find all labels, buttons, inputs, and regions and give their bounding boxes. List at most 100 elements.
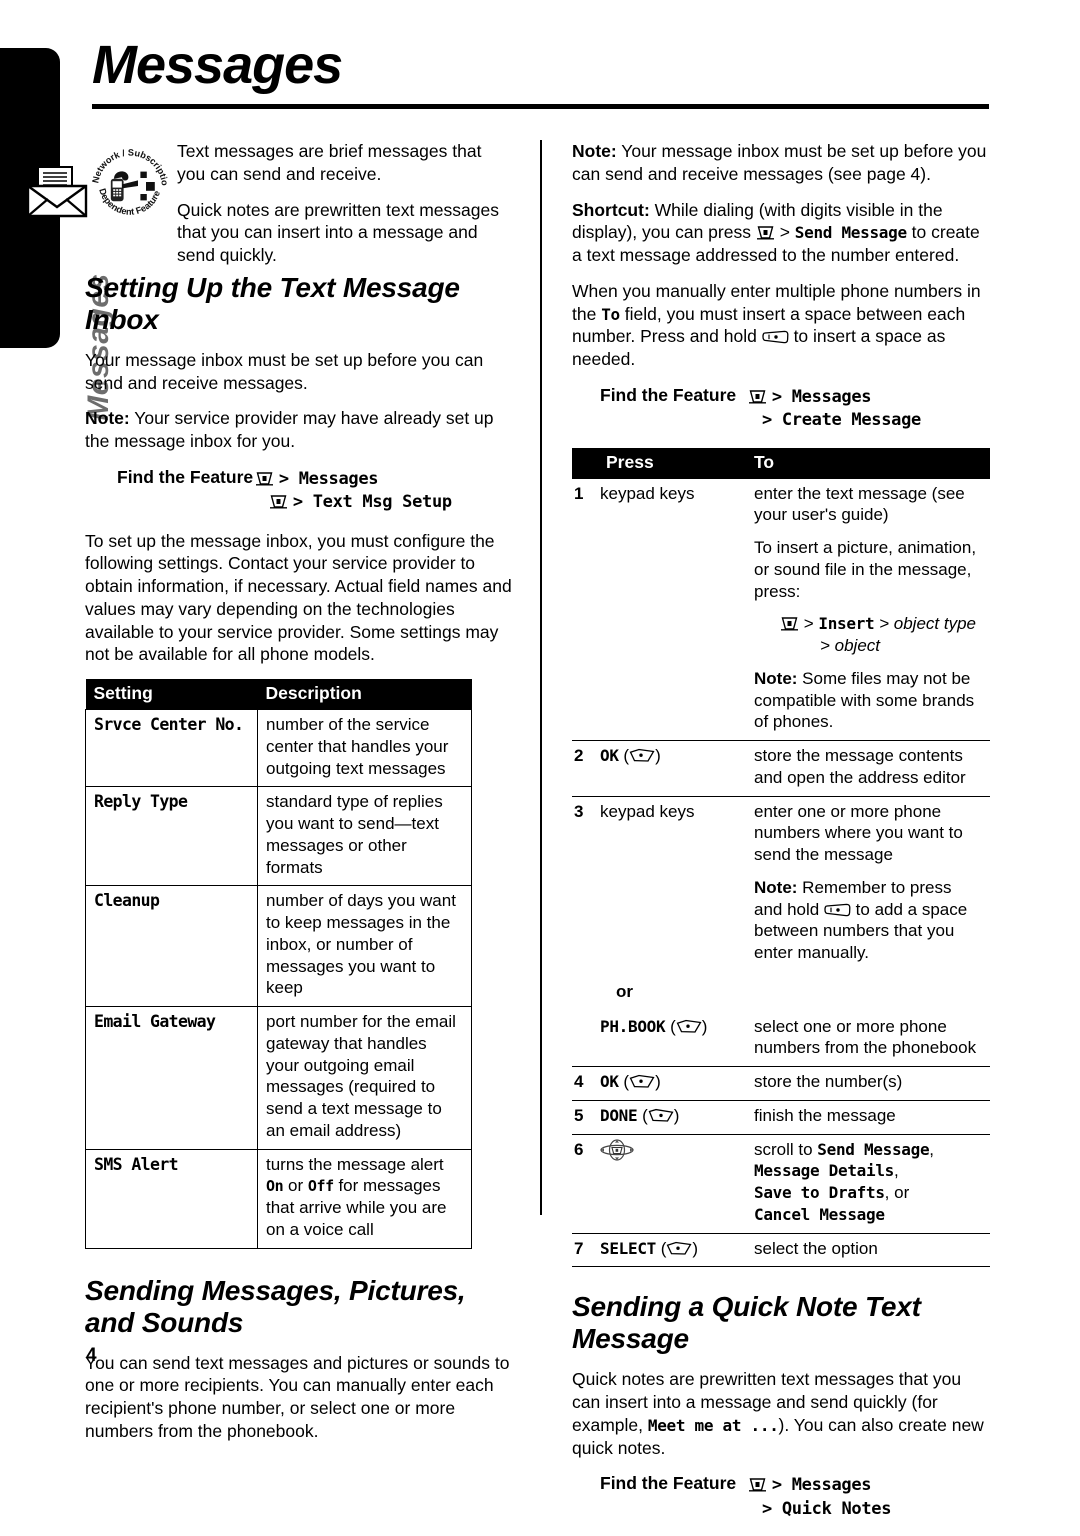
- find-the-feature-path-line2: > Text Msg Setup: [255, 490, 452, 513]
- find-the-feature-label: Find the Feature: [600, 384, 737, 405]
- setting-description: port number for the email gateway that h…: [257, 1006, 472, 1150]
- right-column: Note: Your message inbox must be set up …: [572, 140, 992, 1536]
- svg-text:Network / Subscription: Network / Subscription: [90, 142, 170, 187]
- menu-option-cancel-message: Cancel Message: [754, 1204, 885, 1224]
- shortcut-label: Shortcut:: [572, 199, 650, 220]
- shortcut-gt: >: [774, 222, 795, 243]
- setting-name: SMS Alert: [85, 1148, 258, 1249]
- one-key-icon: [824, 903, 851, 917]
- menu-path-create-message: > Create Message: [762, 410, 921, 431]
- value-on: On: [266, 1177, 284, 1196]
- setting-name: Email Gateway: [85, 1006, 258, 1150]
- step-number: [572, 971, 598, 1010]
- find-the-feature-path-line2: > Quick Notes: [748, 1497, 891, 1520]
- note-label: Note:: [572, 141, 617, 161]
- one-key-icon: [762, 331, 789, 344]
- page-number: 4: [86, 1345, 97, 1366]
- step-to-option-line: Save to Drafts, or: [754, 1182, 984, 1204]
- menu-key-icon: [270, 495, 287, 509]
- find-the-feature-quick-notes: Find the Feature > Messages > Quick Note…: [572, 1473, 992, 1520]
- setting-description: number of the service center that handle…: [257, 709, 472, 788]
- path-object: > object: [820, 636, 881, 656]
- desc-pre: turns the message alert: [266, 1154, 444, 1174]
- step-number: [572, 1010, 598, 1067]
- step-to-menu-path: > Insert > object type > object: [754, 613, 984, 657]
- intro-paragraph-1: Text messages are brief messages that yo…: [177, 141, 482, 184]
- setting-name: Reply Type: [85, 786, 258, 887]
- paragraph-inbox-setup: Your message inbox must be set up before…: [85, 349, 484, 393]
- table-row: 6 scroll to Send Message, Message Detail…: [572, 1133, 990, 1234]
- step-press: PH.BOOK (): [600, 1016, 708, 1036]
- menu-key-icon: [749, 1478, 766, 1492]
- step-to: store the message contents and open the …: [744, 740, 990, 797]
- step-to-text: enter the text message (see your user's …: [754, 483, 965, 525]
- menu-path-messages: > Messages: [771, 386, 872, 407]
- step-press: [598, 1133, 744, 1234]
- menu-key-icon: [756, 226, 774, 240]
- step-to-option-line: scroll to Send Message,: [754, 1139, 984, 1161]
- find-the-feature-path: > Messages > Text Msg Setup: [255, 467, 452, 514]
- field-to: To: [601, 304, 620, 324]
- desc-mid: or: [283, 1176, 308, 1196]
- menu-option-save-to-drafts: Save to Drafts: [754, 1183, 885, 1203]
- table-row: 7 SELECT () select the option: [572, 1232, 990, 1268]
- setting-name: Cleanup: [85, 885, 258, 1008]
- step-press: OK (): [598, 740, 744, 797]
- table-header-row: Setting Description: [85, 679, 472, 710]
- step-press: keypad keys: [598, 477, 744, 741]
- soft-key-icon: [648, 1108, 674, 1122]
- soft-key-icon: [629, 1075, 655, 1088]
- quick-note-example: Meet me at ...: [647, 1415, 779, 1435]
- table-row: SMS Alert turns the message alert On or …: [85, 1148, 472, 1249]
- setting-description: number of days you want to keep messages…: [257, 885, 472, 1008]
- step-to-option-line: Message Details,: [754, 1160, 984, 1182]
- create-message-steps-table: Press To 1 keypad keys enter the text me…: [572, 447, 990, 1268]
- softkey-label-done: DONE: [600, 1105, 638, 1125]
- column-header-to: To: [744, 447, 990, 479]
- shortcut-paragraph: Shortcut: While dialing (with digits vis…: [572, 199, 992, 267]
- table-row: 5 DONE () finish the message: [572, 1099, 990, 1135]
- note-label: Note:: [754, 877, 798, 897]
- sep: ,: [929, 1139, 935, 1159]
- softkey-label-ok: OK: [600, 746, 619, 766]
- step-to: select one or more phone numbers from th…: [754, 1016, 977, 1058]
- setting-name: Srvce Center No.: [85, 709, 258, 788]
- table-row: Email Gateway port number for the email …: [85, 1006, 472, 1150]
- navigation-key-icon: [600, 1139, 634, 1161]
- step-number: 3: [572, 795, 598, 971]
- table-row: PH.BOOK () select one or more phone numb…: [572, 1010, 990, 1067]
- find-the-feature-path-line1: > Messages: [748, 1473, 891, 1496]
- softkey-label-select: SELECT: [600, 1238, 656, 1258]
- step-press: DONE (): [598, 1099, 744, 1135]
- step-to: store the number(s): [744, 1066, 990, 1101]
- heading-setting-up-text-message-inbox: Setting Up the Text Message Inbox: [85, 272, 460, 335]
- menu-key-icon: [781, 617, 798, 631]
- title-rule: [92, 104, 989, 109]
- table-row: Srvce Center No. number of the service c…: [85, 709, 472, 788]
- path-gt: >: [803, 614, 819, 634]
- softkey-label-phbook: PH.BOOK: [600, 1016, 666, 1036]
- step-to-note: Note: Some files may not be compatible w…: [754, 668, 984, 733]
- softkey-label-ok: OK: [600, 1072, 619, 1092]
- paragraph-configure-settings: To set up the message inbox, you must co…: [85, 530, 512, 665]
- step-number: 2: [572, 740, 598, 797]
- paragraph-quick-notes: Quick notes are prewritten text messages…: [572, 1368, 992, 1459]
- find-the-feature-text-msg-setup: Find the Feature > Messages > Text Msg S…: [85, 467, 515, 514]
- heading-sending-quick-note-text-message: Sending a Quick Note Text Message: [572, 1291, 921, 1355]
- step-to-note: Note: Remember to press and hold to add …: [754, 877, 984, 964]
- soft-key-icon: [676, 1019, 702, 1033]
- table-row: 1 keypad keys enter the text message (se…: [572, 477, 990, 741]
- menu-option-message-details: Message Details: [754, 1161, 894, 1181]
- step-to: enter the text message (see your user's …: [744, 477, 990, 741]
- left-column-intro: Text messages are brief messages that yo…: [177, 140, 512, 280]
- menu-path-text-msg-setup: > Text Msg Setup: [292, 492, 452, 513]
- note-label: Note:: [754, 668, 798, 688]
- column-divider: [540, 140, 542, 1215]
- find-the-feature-path: > Messages > Quick Notes: [748, 1473, 891, 1520]
- table-row: Reply Type standard type of replies you …: [85, 786, 472, 887]
- column-header-setting: Setting: [85, 679, 258, 710]
- table-row: 4 OK () store the number(s): [572, 1066, 990, 1101]
- step-number: 6: [572, 1133, 598, 1234]
- note-service-provider: Note: Your service provider may have alr…: [85, 407, 515, 453]
- soft-key-icon: [629, 749, 655, 762]
